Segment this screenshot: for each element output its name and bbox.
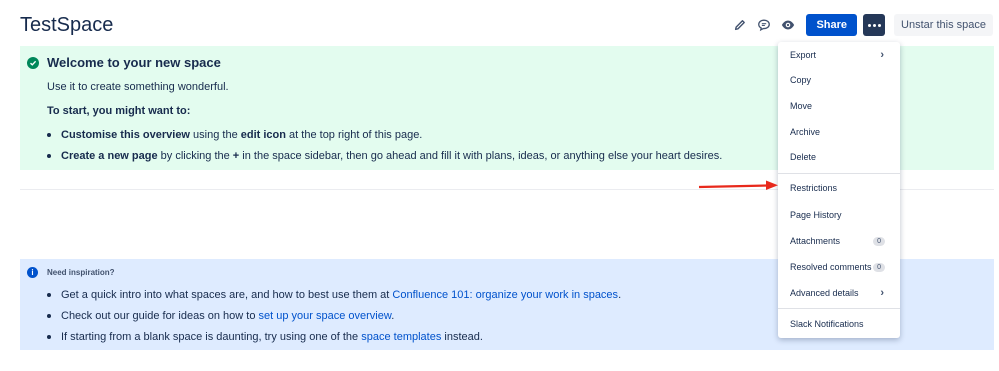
bullet-dot bbox=[47, 132, 51, 137]
menu-item-resolved-comments[interactable]: Resolved comments 0 bbox=[778, 256, 900, 278]
menu-item-advanced-details[interactable]: Advanced details › bbox=[778, 282, 900, 304]
welcome-subtitle: Use it to create something wonderful. bbox=[47, 81, 229, 93]
text: Check out our guide for ideas on how to bbox=[61, 309, 259, 322]
menu-item-label: Attachments bbox=[790, 236, 841, 246]
text: in the space sidebar, then go ahead and … bbox=[239, 149, 723, 162]
chevron-right-icon: › bbox=[880, 49, 884, 61]
menu-item-restrictions[interactable]: Restrictions bbox=[778, 177, 900, 199]
bold-text: Customise this overview bbox=[61, 128, 190, 141]
text: using the bbox=[190, 128, 241, 141]
bullet-dot bbox=[47, 153, 51, 158]
more-dot bbox=[872, 23, 876, 27]
watch-button[interactable] bbox=[778, 14, 798, 36]
menu-item-slack-notifications[interactable]: Slack Notifications bbox=[778, 313, 900, 335]
menu-separator bbox=[778, 173, 900, 174]
count-badge: 0 bbox=[873, 236, 885, 246]
list-item: Create a new page by clicking the + in t… bbox=[47, 145, 722, 166]
edit-button[interactable] bbox=[730, 14, 750, 36]
menu-item-label: Advanced details bbox=[790, 288, 859, 298]
menu-item-attachments[interactable]: Attachments 0 bbox=[778, 230, 900, 252]
more-dot bbox=[867, 23, 871, 27]
space-overview-link[interactable]: set up your space overview bbox=[259, 310, 392, 322]
menu-item-move[interactable]: Move bbox=[778, 95, 900, 117]
bold-text: edit icon bbox=[240, 128, 286, 141]
list-item: Get a quick intro into what spaces are, … bbox=[47, 284, 621, 305]
bullet-dot bbox=[47, 292, 51, 297]
menu-item-export[interactable]: Export › bbox=[778, 44, 900, 66]
inspiration-title: Need inspiration? bbox=[47, 268, 115, 277]
inspiration-header: i Need inspiration? bbox=[27, 267, 115, 278]
menu-item-label: Export bbox=[790, 50, 817, 60]
text: Get a quick intro into what spaces are, … bbox=[61, 288, 393, 301]
more-actions-menu: Export › Copy Move Archive Delete Restri… bbox=[778, 42, 900, 338]
count-badge: 0 bbox=[873, 262, 885, 272]
text: at the top right of this page. bbox=[286, 128, 423, 141]
more-dot bbox=[877, 23, 881, 27]
annotation-arrow-icon bbox=[698, 180, 778, 190]
menu-item-copy[interactable]: Copy bbox=[778, 69, 900, 91]
bullet-dot bbox=[47, 334, 51, 339]
eye-icon bbox=[782, 20, 795, 30]
welcome-start-heading: To start, you might want to: bbox=[47, 105, 191, 117]
welcome-title: Welcome to your new space bbox=[47, 55, 221, 70]
menu-item-page-history[interactable]: Page History bbox=[778, 204, 900, 226]
share-button[interactable]: Share bbox=[806, 14, 858, 36]
check-circle-icon bbox=[27, 56, 39, 69]
comment-button[interactable] bbox=[754, 14, 774, 36]
info-icon: i bbox=[27, 267, 38, 278]
confluence-101-link[interactable]: Confluence 101: organize your work in sp… bbox=[392, 289, 618, 301]
pencil-icon bbox=[735, 20, 746, 31]
menu-item-archive[interactable]: Archive bbox=[778, 121, 900, 143]
unstar-button[interactable]: Unstar this space bbox=[894, 14, 993, 36]
text: by clicking the bbox=[157, 149, 233, 162]
inspiration-list: Get a quick intro into what spaces are, … bbox=[47, 284, 621, 347]
list-item: If starting from a blank space is daunti… bbox=[47, 326, 621, 347]
page-title: TestSpace bbox=[20, 14, 114, 36]
welcome-header: Welcome to your new space bbox=[27, 55, 221, 70]
list-item: Check out our guide for ideas on how to … bbox=[47, 305, 621, 326]
menu-separator bbox=[778, 308, 900, 309]
page-actions: Share Unstar this space bbox=[730, 14, 993, 36]
menu-item-delete[interactable]: Delete bbox=[778, 146, 900, 168]
text: . bbox=[391, 309, 395, 322]
text: If starting from a blank space is daunti… bbox=[61, 330, 362, 343]
bullet-dot bbox=[47, 313, 51, 318]
text: . bbox=[618, 288, 622, 301]
text: instead. bbox=[441, 330, 483, 343]
list-item: Customise this overview using the edit i… bbox=[47, 124, 722, 145]
chevron-right-icon: › bbox=[880, 287, 884, 299]
bold-text: Create a new page bbox=[61, 149, 158, 162]
more-actions-button[interactable] bbox=[863, 14, 886, 36]
space-templates-link[interactable]: space templates bbox=[361, 331, 441, 343]
welcome-list: Customise this overview using the edit i… bbox=[47, 124, 722, 166]
menu-item-label: Resolved comments bbox=[790, 262, 872, 272]
comment-icon bbox=[758, 19, 771, 32]
